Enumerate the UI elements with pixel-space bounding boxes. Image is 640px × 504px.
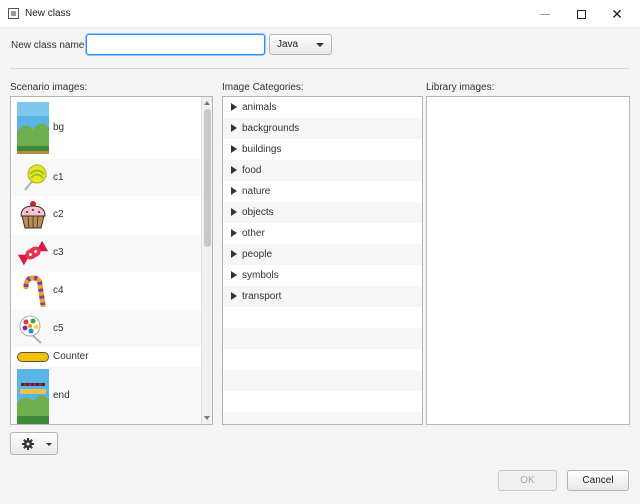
lollipop-icon [24,164,47,191]
category-animals[interactable]: animals [223,97,422,118]
swirl-lollipop-icon [19,315,42,344]
category-objects[interactable]: objects [223,202,422,223]
scenario-item-c3[interactable]: c3 [11,234,201,272]
category-backgrounds[interactable]: backgrounds [223,118,422,139]
empty-row [223,370,422,391]
maximize-icon [576,9,586,19]
category-nature[interactable]: nature [223,181,422,202]
empty-row [223,307,422,328]
scenario-item-label: bg [53,122,65,133]
separator [10,68,629,69]
app-icon [8,8,19,19]
category-label: objects [242,207,274,218]
expand-arrow-icon[interactable] [231,103,237,111]
scenario-item-end[interactable]: end [11,367,201,424]
category-transport[interactable]: transport [223,286,422,307]
empty-row [223,391,422,412]
expand-arrow-icon[interactable] [231,145,237,153]
language-select-value: Java [277,39,299,50]
scenario-item-label: c3 [53,247,64,258]
expand-arrow-icon[interactable] [231,187,237,195]
scenario-item-label: end [53,390,70,401]
scenario-item-label: c5 [53,323,64,334]
category-label: food [242,165,262,176]
candy-icon [17,240,49,266]
language-select[interactable]: Java [269,34,332,55]
class-name-input[interactable] [86,34,265,55]
scenario-item-c5[interactable]: c5 [11,310,201,347]
cancel-button[interactable]: Cancel [567,470,629,491]
expand-arrow-icon[interactable] [231,124,237,132]
image-categories-tree[interactable]: animals backgrounds buildings food natur… [222,96,423,425]
scenario-scrollbar[interactable] [201,97,212,424]
category-label: nature [242,186,271,197]
category-label: transport [242,291,282,302]
counter-bar-icon [17,352,49,362]
library-images-label: Library images: [426,82,495,93]
category-food[interactable]: food [223,160,422,181]
class-name-label: New class name: [11,40,88,51]
expand-arrow-icon[interactable] [231,292,237,300]
category-people[interactable]: people [223,244,422,265]
expand-arrow-icon[interactable] [231,229,237,237]
minimize-icon [540,13,550,15]
chevron-down-icon [46,443,52,446]
close-icon: ✕ [611,6,623,22]
image-categories-label: Image Categories: [222,82,304,93]
scroll-up-icon[interactable] [204,101,210,105]
chevron-down-icon [316,43,324,47]
scenario-images-list[interactable]: bg c1 c2 c3 c4 c5 Counter end [10,96,213,425]
scroll-thumb[interactable] [204,109,211,247]
window-title: New class [25,8,71,19]
scenario-item-label: Counter [53,351,89,362]
category-label: backgrounds [242,123,300,134]
title-bar: New class ✕ [0,0,640,28]
expand-arrow-icon[interactable] [231,271,237,279]
empty-row [223,328,422,349]
close-button[interactable]: ✕ [594,0,640,28]
ok-button[interactable]: OK [498,470,557,491]
category-label: symbols [242,270,279,281]
scenario-images-label: Scenario images: [10,82,88,93]
category-label: people [242,249,273,260]
scenario-item-label: c1 [53,172,64,183]
category-label: buildings [242,144,282,155]
category-symbols[interactable]: symbols [223,265,422,286]
scroll-down-icon[interactable] [204,416,210,420]
expand-arrow-icon[interactable] [231,250,237,258]
scenario-item-label: c4 [53,285,64,296]
bg-image-icon [17,102,49,154]
scenario-item-bg[interactable]: bg [11,97,201,159]
scenario-item-c2[interactable]: c2 [11,196,201,234]
category-label: other [242,228,265,239]
candy-cane-icon [23,275,46,307]
category-buildings[interactable]: buildings [223,139,422,160]
scenario-item-label: c2 [53,209,64,220]
expand-arrow-icon[interactable] [231,166,237,174]
scenario-item-counter[interactable]: Counter [11,347,201,367]
category-other[interactable]: other [223,223,422,244]
cupcake-icon [20,201,46,229]
scenario-item-c4[interactable]: c4 [11,272,201,310]
category-label: animals [242,102,277,113]
library-images-list[interactable] [426,96,630,425]
expand-arrow-icon[interactable] [231,208,237,216]
empty-row [223,349,422,370]
scenario-item-c1[interactable]: c1 [11,159,201,196]
gear-icon [22,438,34,450]
end-image-icon [17,369,49,424]
settings-menu-button[interactable] [10,432,58,455]
empty-row [223,412,422,424]
